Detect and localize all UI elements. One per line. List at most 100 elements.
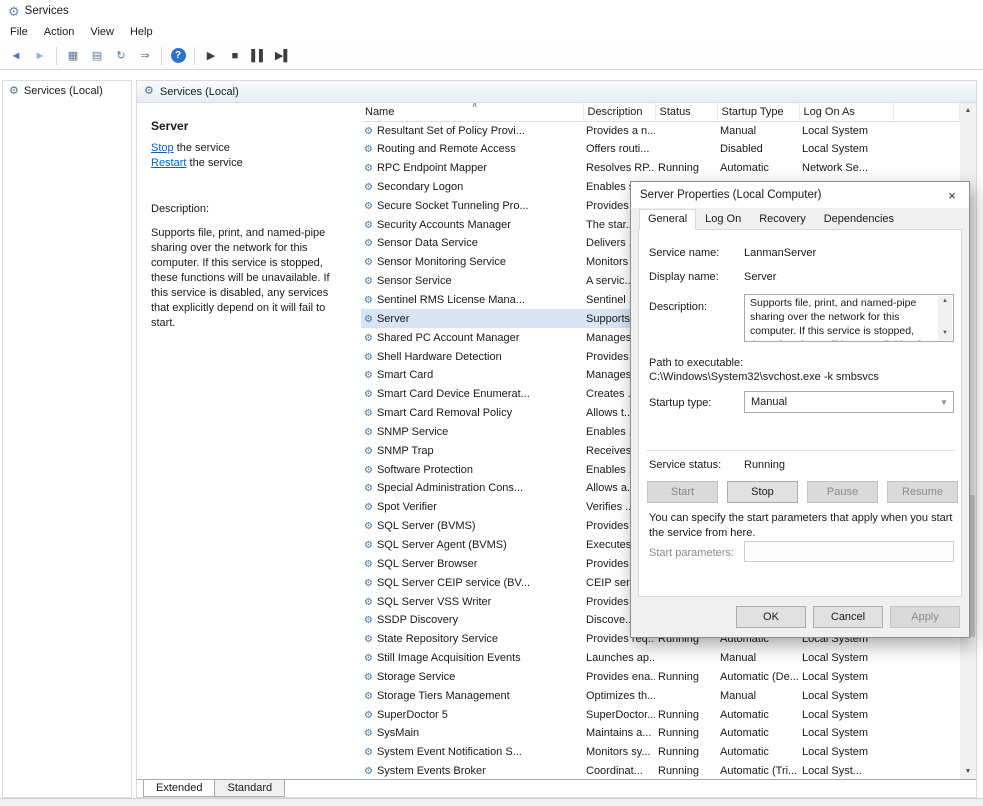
service-logon-cell: Local System xyxy=(799,686,893,705)
console-tree-pane: ⚙ Services (Local) xyxy=(2,80,132,798)
dialog-tab-recovery[interactable]: Recovery xyxy=(750,209,814,229)
service-row[interactable]: ⚙Storage ServiceProvides ena...RunningAu… xyxy=(361,667,960,686)
service-gear-icon: ⚙ xyxy=(364,502,373,513)
service-name-text: Storage Tiers Management xyxy=(377,690,510,702)
service-name-text: Security Accounts Manager xyxy=(377,219,511,231)
service-row[interactable]: ⚙Storage Tiers ManagementOptimizes th...… xyxy=(361,686,960,705)
service-row[interactable]: ⚙Still Image Acquisition EventsLaunches … xyxy=(361,649,960,668)
service-row[interactable]: ⚙SysMainMaintains a...RunningAutomaticLo… xyxy=(361,724,960,743)
service-row[interactable]: ⚙System Event Notification S...Monitors … xyxy=(361,743,960,762)
service-name-text: Secondary Logon xyxy=(377,181,463,193)
service-name-text: Secure Socket Tunneling Pro... xyxy=(377,200,529,212)
stop-service-button[interactable]: Stop xyxy=(727,481,798,503)
column-header-startup-type[interactable]: Startup Type xyxy=(717,103,799,121)
service-status-cell: Running xyxy=(655,159,717,178)
service-name-text: SuperDoctor 5 xyxy=(377,709,448,721)
close-icon[interactable]: × xyxy=(935,182,969,208)
service-startup-cell: Automatic xyxy=(717,743,799,762)
startup-type-label: Startup type: xyxy=(649,397,711,409)
menu-file[interactable]: File xyxy=(2,23,36,41)
service-description-cell: SuperDoctor... xyxy=(583,705,655,724)
export-list-icon[interactable]: ⇒ xyxy=(134,45,156,67)
service-name-cell: ⚙Security Accounts Manager xyxy=(361,215,583,234)
scroll-down-icon[interactable]: ▼ xyxy=(960,764,976,779)
service-name-text: Sensor Service xyxy=(377,275,452,287)
service-row[interactable]: ⚙Routing and Remote AccessOffers routi..… xyxy=(361,140,960,159)
service-name-text: Sensor Monitoring Service xyxy=(377,256,506,268)
service-name-cell: ⚙Software Protection xyxy=(361,460,583,479)
table-header-row: Name∧DescriptionStatusStartup TypeLog On… xyxy=(361,103,960,121)
scroll-down-icon[interactable]: ▼ xyxy=(942,328,948,340)
resume-service-button[interactable]: Resume xyxy=(887,481,958,503)
service-name-cell: ⚙Sentinel RMS License Mana... xyxy=(361,291,583,310)
restart-service-link[interactable]: Restart xyxy=(151,157,186,169)
scroll-up-icon[interactable]: ▲ xyxy=(960,103,976,118)
service-gear-icon: ⚙ xyxy=(364,691,373,702)
service-name-text: Smart Card xyxy=(377,369,433,381)
start-service-icon[interactable]: ▶ xyxy=(200,45,222,67)
start-parameters-input[interactable] xyxy=(744,541,954,562)
service-gear-icon: ⚙ xyxy=(364,728,373,739)
dialog-tab-dependencies[interactable]: Dependencies xyxy=(815,209,903,229)
service-name-text: Shared PC Account Manager xyxy=(377,332,519,344)
service-action-links: Stop the serviceRestart the service xyxy=(151,142,347,169)
show-console-tree-icon[interactable]: ▦ xyxy=(62,45,84,67)
service-row[interactable]: ⚙Resultant Set of Policy Provi...Provide… xyxy=(361,121,960,140)
pause-service-button[interactable]: Pause xyxy=(807,481,878,503)
toolbar: ◄► ▦▤↻⇒? ▶■▌▌▶▌ xyxy=(0,42,983,70)
service-status-cell: Running xyxy=(655,705,717,724)
properties-icon[interactable]: ▤ xyxy=(86,45,108,67)
service-name-cell: ⚙Secondary Logon xyxy=(361,178,583,197)
help-icon[interactable]: ? xyxy=(167,45,189,67)
restart-service-icon[interactable]: ▶▌ xyxy=(272,45,294,67)
service-name-text: Smart Card Removal Policy xyxy=(377,407,512,419)
tree-item-services-local[interactable]: ⚙ Services (Local) xyxy=(3,81,131,101)
view-tabs: ExtendedStandard xyxy=(137,779,976,797)
service-name-cell: ⚙Server xyxy=(361,309,583,328)
column-header-name[interactable]: Name∧ xyxy=(361,103,583,121)
dialog-tab-general[interactable]: General xyxy=(639,209,696,230)
service-logon-cell: Local System xyxy=(799,121,893,140)
dialog-tab-log-on[interactable]: Log On xyxy=(696,209,750,229)
service-name-cell: ⚙SQL Server VSS Writer xyxy=(361,592,583,611)
forward-icon[interactable]: ► xyxy=(29,45,51,67)
view-tab-extended[interactable]: Extended xyxy=(143,780,215,797)
menu-view[interactable]: View xyxy=(82,23,122,41)
menu-help[interactable]: Help xyxy=(122,23,161,41)
start-service-button[interactable]: Start xyxy=(647,481,718,503)
dialog-titlebar[interactable]: Server Properties (Local Computer) × xyxy=(631,182,969,208)
back-icon[interactable]: ◄ xyxy=(5,45,27,67)
service-row[interactable]: ⚙RPC Endpoint MapperResolves RP...Runnin… xyxy=(361,159,960,178)
description-label: Description: xyxy=(151,203,347,215)
results-pane-header: ⚙ Services (Local) xyxy=(137,81,976,103)
service-status-cell xyxy=(655,140,717,159)
service-startup-cell: Manual xyxy=(717,686,799,705)
pause-service-icon[interactable]: ▌▌ xyxy=(248,45,270,67)
service-gear-icon: ⚙ xyxy=(364,314,373,325)
apply-button[interactable]: Apply xyxy=(890,606,960,628)
description-scrollbar[interactable]: ▲ ▼ xyxy=(938,296,952,340)
startup-type-select[interactable]: Manual ▼ xyxy=(744,391,954,413)
service-name-text: Still Image Acquisition Events xyxy=(377,652,521,664)
menu-action[interactable]: Action xyxy=(36,23,83,41)
service-name-text: SQL Server CEIP service (BV... xyxy=(377,577,530,589)
service-name-cell: ⚙SQL Server Browser xyxy=(361,554,583,573)
ok-button[interactable]: OK xyxy=(736,606,806,628)
cancel-button[interactable]: Cancel xyxy=(813,606,883,628)
service-startup-cell: Manual xyxy=(717,121,799,140)
refresh-icon[interactable]: ↻ xyxy=(110,45,132,67)
view-tab-standard[interactable]: Standard xyxy=(214,780,285,797)
service-gear-icon: ⚙ xyxy=(364,257,373,268)
stop-service-icon[interactable]: ■ xyxy=(224,45,246,67)
service-row[interactable]: ⚙SuperDoctor 5SuperDoctor...RunningAutom… xyxy=(361,705,960,724)
description-box[interactable]: Supports file, print, and named-pipe sha… xyxy=(744,294,954,342)
service-startup-cell: Automatic (Tri... xyxy=(717,762,799,779)
service-row[interactable]: ⚙System Events BrokerCoordinat...Running… xyxy=(361,762,960,779)
stop-service-link[interactable]: Stop xyxy=(151,142,174,154)
column-header-filler xyxy=(893,103,960,121)
column-header-status[interactable]: Status xyxy=(655,103,717,121)
scroll-up-icon[interactable]: ▲ xyxy=(942,296,948,308)
display-name-value: Server xyxy=(744,271,776,283)
column-header-log-on-as[interactable]: Log On As xyxy=(799,103,893,121)
column-header-description[interactable]: Description xyxy=(583,103,655,121)
